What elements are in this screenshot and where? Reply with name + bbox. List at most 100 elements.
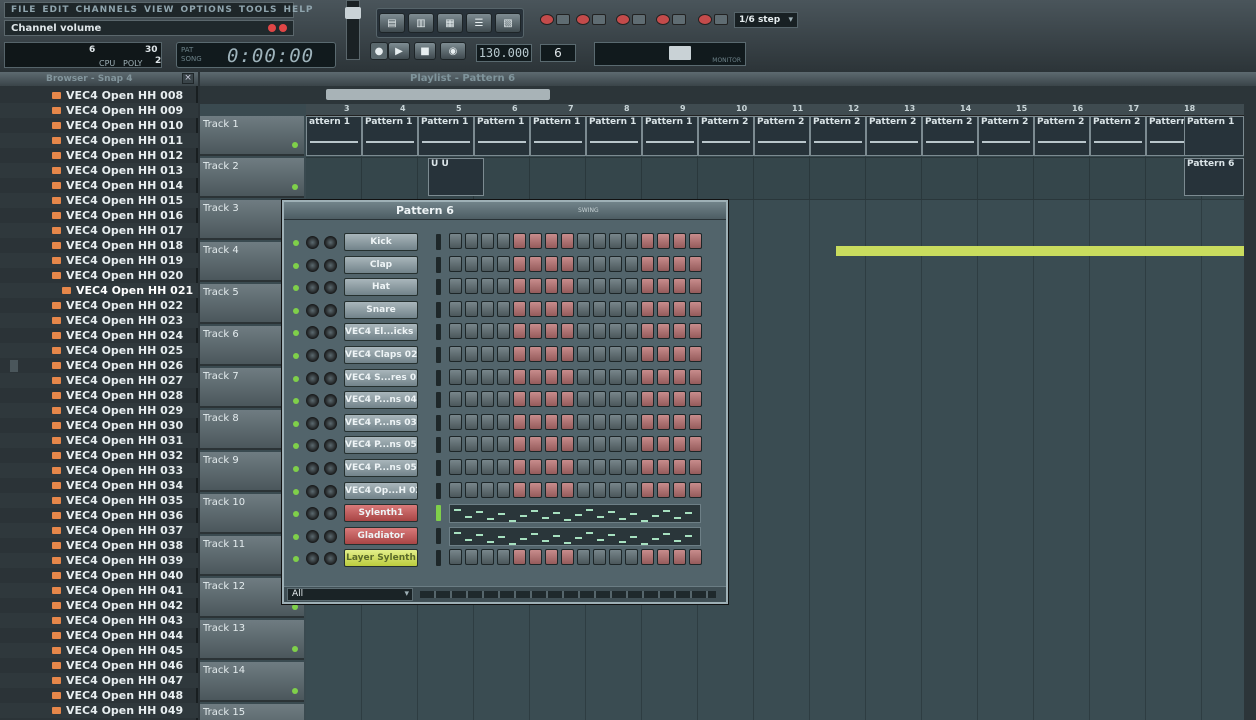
step-button[interactable] [577, 300, 590, 317]
browser-item[interactable]: VEC4 Open HH 020 [0, 268, 198, 283]
step-button[interactable] [545, 278, 558, 295]
channel-select-led[interactable] [436, 234, 441, 250]
track-active-led[interactable] [292, 184, 298, 190]
step-button[interactable] [449, 549, 462, 566]
channel-volume-knob[interactable] [324, 416, 337, 430]
channel-name-button[interactable]: Snare [344, 300, 418, 319]
step-button[interactable] [657, 459, 670, 475]
step-button[interactable] [577, 278, 590, 295]
browser-item[interactable]: VEC4 Open HH 033 [0, 463, 198, 478]
play-button[interactable]: ▶ [388, 42, 410, 60]
slider-knob[interactable] [345, 7, 361, 19]
browser-item[interactable]: VEC4 Open HH 023 [0, 313, 198, 328]
step-button[interactable] [449, 255, 462, 272]
browser-item[interactable]: VEC4 Open HH 043 [0, 613, 198, 628]
step-button[interactable] [545, 459, 558, 475]
step-button[interactable] [641, 346, 654, 362]
track1-clip[interactable]: Pattern 2 [922, 116, 978, 156]
channel-select-led[interactable] [436, 460, 441, 476]
step-button[interactable] [641, 278, 654, 295]
step-button[interactable] [449, 368, 462, 385]
step-button[interactable] [497, 481, 510, 498]
step-button[interactable] [481, 346, 494, 362]
channel-pan-knob[interactable] [306, 416, 319, 430]
channel-select-led[interactable] [436, 301, 441, 318]
browser-item[interactable]: VEC4 Open HH 039 [0, 553, 198, 568]
browser-item[interactable]: VEC4 Open HH 036 [0, 508, 198, 523]
step-button[interactable] [689, 391, 702, 408]
step-button[interactable] [513, 346, 526, 362]
channel-select-led[interactable] [436, 392, 441, 409]
step-button[interactable] [609, 255, 622, 272]
browser-scroll-handle[interactable] [10, 360, 18, 372]
step-button[interactable] [577, 391, 590, 408]
track3-clip-pattern6[interactable] [836, 246, 1256, 256]
browser-item[interactable]: VEC4 Open HH 022 [0, 298, 198, 313]
step-button[interactable] [465, 436, 478, 453]
channel-pan-knob[interactable] [306, 529, 319, 543]
track-header[interactable]: Track 13 [200, 620, 304, 660]
step-button[interactable] [641, 549, 654, 566]
step-button[interactable] [513, 233, 526, 249]
step-button[interactable] [641, 233, 654, 249]
step-button[interactable] [593, 233, 606, 249]
channel-mute-led[interactable] [293, 330, 299, 337]
step-button[interactable] [625, 346, 638, 362]
track1-clip[interactable]: Pattern 2 [1090, 116, 1146, 156]
browser-item[interactable]: VEC4 Open HH 034 [0, 478, 198, 493]
step-button[interactable] [561, 436, 574, 453]
step-button[interactable] [497, 436, 510, 453]
step-button[interactable] [513, 300, 526, 317]
step-button[interactable] [609, 368, 622, 385]
browser-item[interactable]: VEC4 Open HH 044 [0, 628, 198, 643]
channel-pan-knob[interactable] [306, 507, 319, 521]
step-button[interactable] [481, 413, 494, 430]
step-button[interactable] [513, 549, 526, 566]
step-button[interactable] [529, 368, 542, 385]
browser-item[interactable]: VEC4 Open HH 015 [0, 193, 198, 208]
step-button[interactable] [625, 255, 638, 272]
menu-item-help[interactable]: HELP [284, 5, 314, 15]
step-button[interactable] [593, 278, 606, 295]
step-button[interactable] [657, 391, 670, 408]
step-button[interactable] [625, 549, 638, 566]
playlist-vertical-scrollbar[interactable] [1244, 104, 1256, 720]
track-active-led[interactable] [292, 646, 298, 652]
playlist-horizontal-scrollbar[interactable] [326, 89, 550, 100]
close-dot-icon[interactable] [279, 24, 287, 32]
step-button[interactable] [673, 413, 686, 430]
step-button[interactable] [449, 436, 462, 453]
step-button[interactable] [609, 300, 622, 317]
step-button[interactable] [561, 323, 574, 340]
step-button[interactable] [673, 391, 686, 408]
step-button[interactable] [529, 233, 542, 249]
channel-name-button[interactable]: VEC4 Op...H 021 [344, 481, 418, 500]
step-button[interactable] [449, 459, 462, 475]
step-button[interactable] [529, 549, 542, 566]
step-button[interactable] [513, 391, 526, 408]
step-button[interactable] [561, 233, 574, 249]
browser-item[interactable]: VEC4 Open HH 013 [0, 163, 198, 178]
step-button[interactable] [449, 346, 462, 362]
step-button[interactable] [673, 300, 686, 317]
track-active-led[interactable] [292, 142, 298, 148]
step-button[interactable] [529, 459, 542, 475]
track1-clip[interactable]: Pattern 1 [418, 116, 474, 156]
channel-volume-knob[interactable] [324, 552, 337, 566]
step-button[interactable] [545, 391, 558, 408]
channel-mute-led[interactable] [293, 443, 299, 450]
step-button[interactable] [609, 346, 622, 362]
track1-clip-last[interactable]: Pattern 1 [1184, 116, 1244, 156]
song-time-display[interactable]: PAT SONG 0:00:00 [176, 42, 336, 68]
countdown-icon[interactable] [592, 14, 606, 25]
step-button[interactable] [689, 233, 702, 249]
step-button[interactable] [593, 459, 606, 475]
step-button[interactable] [561, 459, 574, 475]
step-button[interactable] [657, 481, 670, 498]
step-button[interactable] [545, 323, 558, 340]
step-button[interactable] [593, 549, 606, 566]
step-sequencer-icon[interactable]: ▥ [408, 13, 434, 33]
channel-volume-knob[interactable] [324, 303, 337, 317]
step-button[interactable] [641, 413, 654, 430]
step-button[interactable] [497, 368, 510, 385]
